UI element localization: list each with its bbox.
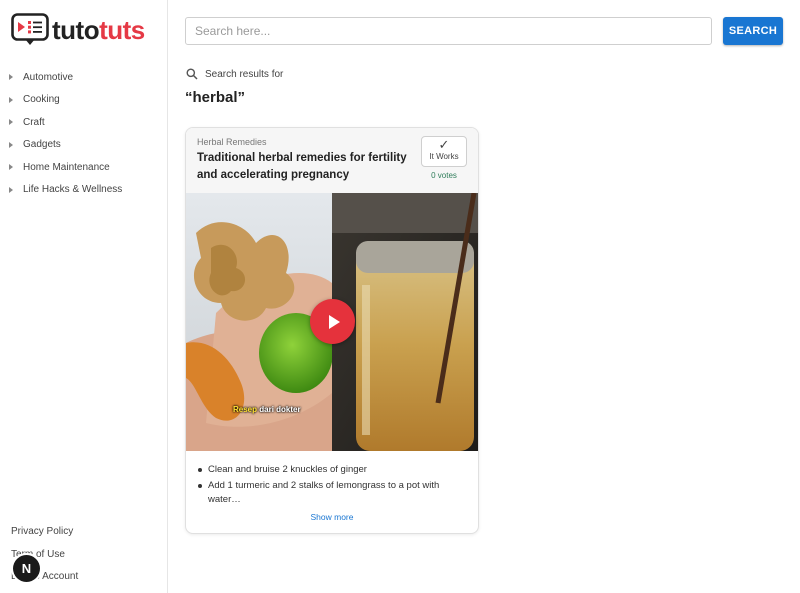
search-icon: [186, 68, 198, 80]
caret-right-icon: [9, 141, 13, 148]
caret-right-icon: [9, 164, 13, 171]
card-category: Herbal Remedies: [197, 137, 267, 147]
results-header: Search results for: [186, 68, 283, 80]
results-label: Search results for: [205, 68, 284, 80]
caption-rest: dari dokter: [257, 405, 301, 414]
it-works-label: It Works: [429, 152, 459, 161]
list-item: Clean and bruise 2 knuckles of ginger: [197, 463, 467, 477]
logo-tv-icon: [11, 13, 49, 45]
play-button[interactable]: [310, 299, 355, 344]
search-input[interactable]: [185, 17, 712, 45]
sidebar: tutotuts Automotive Cooking Craft Gadget…: [0, 0, 168, 593]
sidebar-item-craft[interactable]: Craft: [9, 111, 122, 134]
search-button[interactable]: SEARCH: [723, 17, 783, 45]
brand-name: tutotuts: [52, 15, 145, 45]
caret-right-icon: [9, 119, 13, 126]
sidebar-item-label: Cooking: [23, 94, 60, 106]
sidebar-item-label: Gadgets: [23, 139, 61, 151]
result-card[interactable]: Herbal Remedies Traditional herbal remed…: [185, 127, 479, 534]
sidebar-item-label: Craft: [23, 116, 45, 128]
category-list: Automotive Cooking Craft Gadgets Home Ma…: [9, 66, 122, 201]
caret-right-icon: [9, 74, 13, 81]
privacy-policy-link[interactable]: Privacy Policy: [11, 524, 78, 547]
video-caption: Resep dari dokter: [233, 405, 301, 414]
checkmark-icon: ✓: [438, 137, 450, 152]
list-item: Add 1 turmeric and 2 stalks of lemongras…: [197, 479, 467, 507]
brand-name-part1: tuto: [52, 14, 100, 45]
n-badge-icon[interactable]: N: [13, 555, 40, 582]
sidebar-item-life-hacks-wellness[interactable]: Life Hacks & Wellness: [9, 179, 122, 202]
caret-right-icon: [9, 186, 13, 193]
brand-name-part2: tuts: [99, 14, 145, 45]
sidebar-item-label: Life Hacks & Wellness: [23, 184, 123, 196]
sidebar-item-home-maintenance[interactable]: Home Maintenance: [9, 156, 122, 179]
show-more-link[interactable]: Show more: [186, 512, 478, 522]
brand-logo[interactable]: tutotuts: [11, 13, 145, 46]
vote-count: 0 votes: [431, 171, 457, 180]
play-icon: [328, 314, 340, 329]
step-list: Clean and bruise 2 knuckles of ginger Ad…: [197, 463, 467, 509]
sidebar-item-label: Home Maintenance: [23, 161, 110, 173]
search-query: “herbal”: [185, 89, 246, 106]
it-works-button[interactable]: ✓ It Works: [421, 136, 467, 167]
caret-right-icon: [9, 96, 13, 103]
caption-highlight: Resep: [233, 405, 258, 414]
sidebar-item-gadgets[interactable]: Gadgets: [9, 134, 122, 157]
card-header: Herbal Remedies Traditional herbal remed…: [186, 128, 478, 193]
sidebar-item-label: Automotive: [23, 71, 74, 83]
sidebar-item-cooking[interactable]: Cooking: [9, 89, 122, 112]
sidebar-item-automotive[interactable]: Automotive: [9, 66, 122, 89]
card-title[interactable]: Traditional herbal remedies for fertilit…: [197, 150, 412, 184]
video-thumbnail[interactable]: Resep dari dokter: [186, 193, 478, 451]
